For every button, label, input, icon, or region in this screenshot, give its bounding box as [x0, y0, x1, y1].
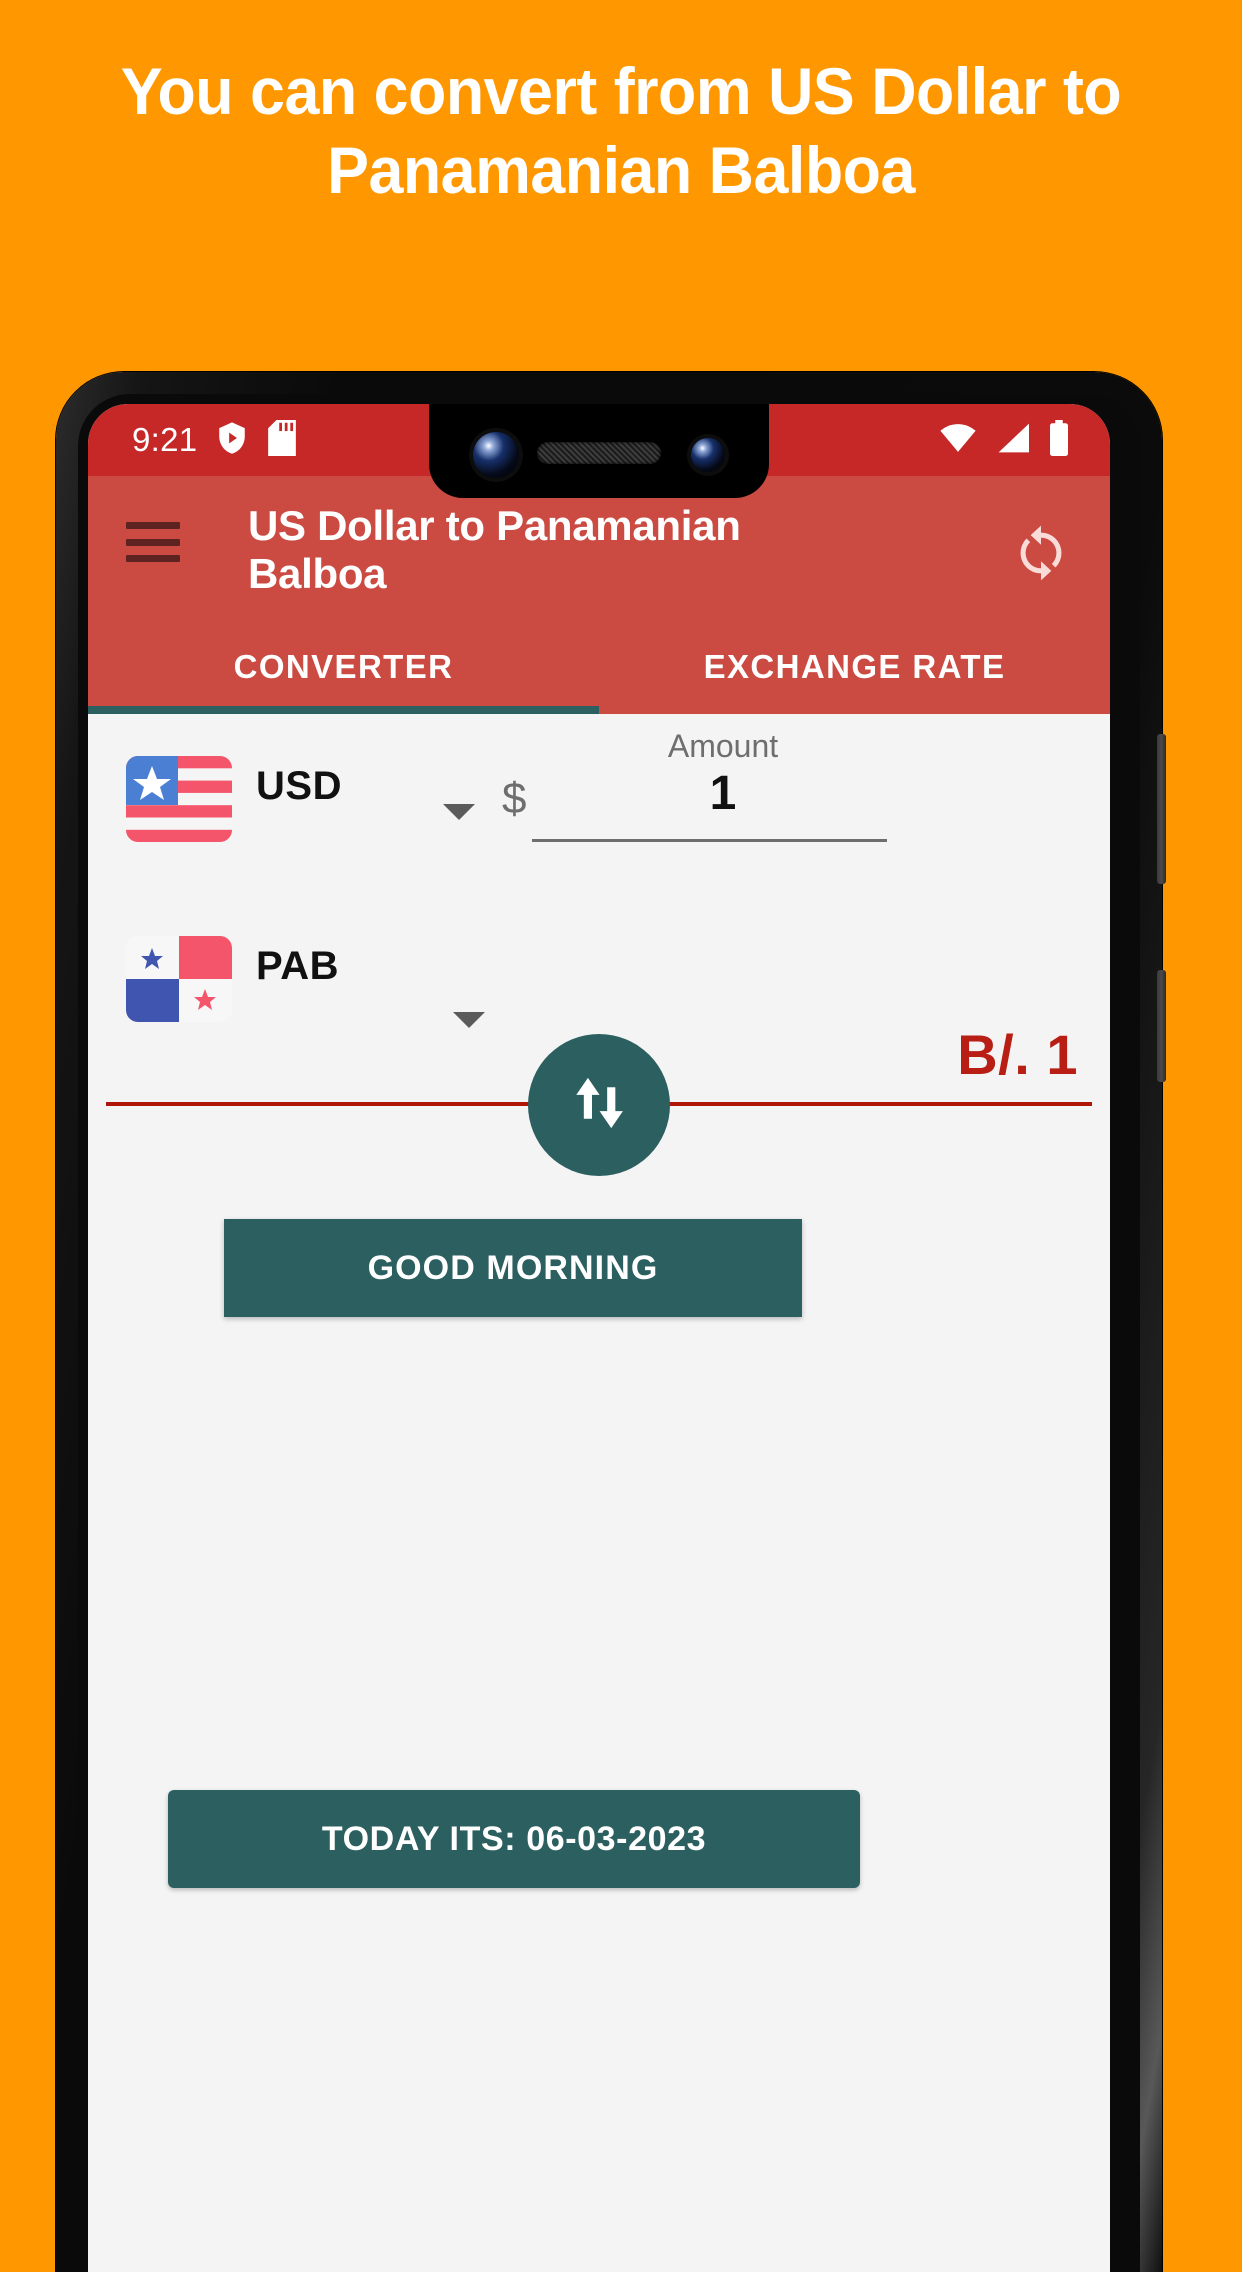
amount-input-underline [532, 839, 887, 842]
sd-card-icon [267, 419, 297, 461]
status-bar-left: 9:21 [132, 419, 297, 461]
from-currency-symbol: $ [502, 774, 527, 823]
phone-power-button[interactable] [1157, 734, 1166, 884]
shield-play-icon [215, 420, 249, 461]
earpiece-speaker [537, 442, 661, 464]
us-flag-icon [126, 756, 232, 842]
swap-vertical-arrows-icon [564, 1068, 634, 1143]
promo-headline: You can convert from US Dollar to Panama… [120, 54, 1122, 207]
app-bar-title: US Dollar to Panamanian Balboa [248, 502, 741, 597]
converter-panel: USD Amount $ 1 PAB B/. 1 GOOD MORNING TO… [88, 714, 1110, 2272]
status-bar-right [938, 419, 1070, 461]
to-currency-code: PAB [256, 944, 339, 988]
panama-flag-icon [126, 936, 232, 1022]
tab-exchange-rate[interactable]: EXCHANGE RATE [599, 619, 1110, 714]
status-bar-clock: 9:21 [132, 421, 198, 458]
phone-notch [429, 404, 769, 498]
battery-full-icon [1048, 419, 1070, 461]
today-date-button-label: TODAY ITS: 06-03-2023 [321, 1819, 707, 1858]
amount-input[interactable]: 1 [558, 766, 888, 821]
swap-currencies-button[interactable] [528, 1034, 670, 1176]
from-currency-code: USD [256, 764, 342, 808]
greeting-button[interactable]: GOOD MORNING [224, 1219, 802, 1317]
front-camera-secondary-icon [691, 438, 725, 472]
conversion-result: B/. 1 [957, 1023, 1078, 1086]
greeting-button-label: GOOD MORNING [367, 1248, 659, 1287]
wifi-icon [938, 422, 978, 459]
phone-mockup: 9:21 US Dollar to Panamanian Balboa CONV… [56, 372, 1166, 2272]
phone-volume-button[interactable] [1157, 970, 1166, 1082]
to-currency-chevron-down-icon[interactable] [453, 1012, 485, 1028]
from-currency-row: USD Amount $ 1 [88, 714, 1110, 904]
tab-converter-label: CONVERTER [233, 647, 454, 685]
tab-converter[interactable]: CONVERTER [88, 619, 599, 714]
amount-label: Amount [667, 728, 779, 764]
tab-bar: CONVERTER EXCHANGE RATE [88, 619, 1110, 714]
today-date-button[interactable]: TODAY ITS: 06-03-2023 [168, 1790, 860, 1888]
front-camera-primary-icon [473, 432, 519, 478]
phone-screen: 9:21 US Dollar to Panamanian Balboa CONV… [88, 404, 1110, 2272]
from-currency-chevron-down-icon[interactable] [443, 804, 475, 820]
hamburger-menu-icon[interactable] [126, 522, 180, 562]
cellular-signal-icon [995, 422, 1031, 459]
tab-exchange-rate-label: EXCHANGE RATE [703, 647, 1006, 685]
refresh-swap-icon[interactable] [1010, 522, 1072, 584]
